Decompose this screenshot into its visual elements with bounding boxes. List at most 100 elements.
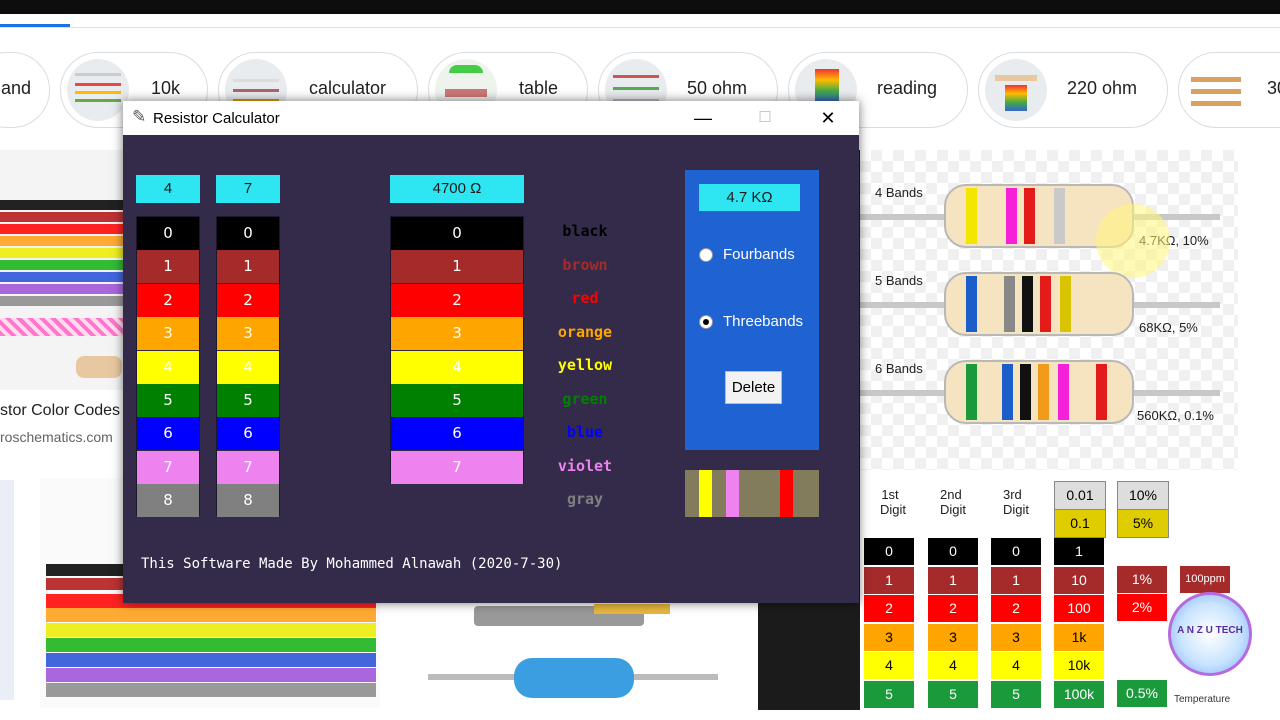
divider <box>0 27 1280 28</box>
color-cell-violet[interactable]: 7 <box>217 450 279 484</box>
background-image-color-chart[interactable] <box>0 150 123 390</box>
color-name-label: gray <box>566 490 604 508</box>
chip-label: 220 ohm <box>1067 78 1138 98</box>
color-cell-violet[interactable]: 7 <box>391 450 523 484</box>
color-cell-orange[interactable]: 3 <box>137 317 199 351</box>
color-cell-black[interactable]: 0 <box>137 217 199 250</box>
multiplier-cell: 10k <box>1054 652 1104 679</box>
digit-cell: 2 <box>864 595 914 622</box>
resistor-preview <box>685 470 819 517</box>
resistor-calculator-window: ✎ Resistor Calculator — ☐ ✕ 4 7 4700 Ω 0… <box>123 101 859 603</box>
resistor-5band <box>944 272 1134 336</box>
digit-cell: 1 <box>928 566 978 594</box>
chip-label: table <box>519 78 559 98</box>
chip-thumbnail <box>67 59 129 121</box>
digit-cell: 5 <box>864 680 914 708</box>
color-name-label: yellow <box>557 356 613 374</box>
column-label: 1st Digit <box>880 487 907 517</box>
color-name-label: orange <box>557 322 613 341</box>
color-cell-red[interactable]: 2 <box>137 283 199 317</box>
color-name-label: black <box>562 222 608 240</box>
radio-selected-dot <box>703 319 709 325</box>
digit-cell: 1 <box>991 566 1041 594</box>
column-label: 2nd Digit <box>940 487 967 517</box>
fourbands-radio[interactable] <box>699 248 713 262</box>
color-name-label: green <box>562 389 608 408</box>
multiplier-color-list[interactable]: 01234567 <box>390 216 524 484</box>
color-cell-orange[interactable]: 3 <box>217 317 279 351</box>
chip-label: 30 <box>1267 78 1280 98</box>
row-label: 5 Bands <box>875 273 923 288</box>
color-name-label: violet <box>557 456 613 475</box>
multiplier-head: 0.1 <box>1054 509 1106 538</box>
multiplier-cell: 1k <box>1054 623 1104 651</box>
color-cell-blue[interactable]: 6 <box>137 417 199 451</box>
digit-cell: 0 <box>864 538 914 565</box>
maximize-button[interactable]: ☐ <box>743 104 787 132</box>
digit-cell: 4 <box>864 652 914 679</box>
color-cell-orange[interactable]: 3 <box>391 317 523 351</box>
color-cell-yellow[interactable]: 4 <box>137 350 199 384</box>
threebands-label[interactable]: Threebands <box>723 313 803 330</box>
resistor-6band <box>944 360 1134 424</box>
color-cell-brown[interactable]: 1 <box>391 250 523 284</box>
background-image-table[interactable] <box>0 480 14 700</box>
row-value: 68KΩ, 5% <box>1139 320 1198 335</box>
color-cell-yellow[interactable]: 4 <box>217 350 279 384</box>
close-button[interactable]: ✕ <box>806 104 850 132</box>
color-cell-brown[interactable]: 1 <box>217 250 279 284</box>
digit-cell: 2 <box>991 595 1041 622</box>
tolerance-cell: 0.5% <box>1117 680 1167 707</box>
color-cell-gray[interactable]: 8 <box>137 484 199 518</box>
digit-cell: 0 <box>928 538 978 565</box>
chip-220-ohm[interactable]: 220 ohm <box>978 52 1168 128</box>
threebands-radio[interactable] <box>699 315 713 329</box>
color-cell-green[interactable]: 5 <box>217 384 279 417</box>
band2-color-list[interactable]: 012345678 <box>216 216 280 518</box>
background-image-5band-diagram[interactable] <box>418 600 730 708</box>
chip-label: 50 ohm <box>687 78 748 98</box>
band2-selected: 7 <box>216 175 280 203</box>
tolerance-cell: 1% <box>1117 566 1167 593</box>
color-cell-green[interactable]: 5 <box>137 384 199 417</box>
color-cell-blue[interactable]: 6 <box>391 417 523 451</box>
column-label: 3rd Digit <box>1003 487 1030 517</box>
color-cell-gray[interactable]: 8 <box>217 484 279 518</box>
logo-text: A N Z U TECH <box>1177 625 1243 636</box>
chip-and[interactable]: and <box>0 52 50 128</box>
chip-30[interactable]: 30 <box>1178 52 1280 128</box>
digit-cell: 0 <box>991 538 1041 565</box>
color-cell-brown[interactable]: 1 <box>137 250 199 284</box>
color-name-label: blue <box>566 423 604 441</box>
digit-cell: 5 <box>928 680 978 708</box>
tolerance-cell: 2% <box>1117 594 1167 621</box>
color-name-label: brown <box>562 255 608 274</box>
browser-top-bar <box>0 0 1280 14</box>
tempco-cell: 100ppm <box>1180 566 1230 593</box>
channel-logo: A N Z U TECH <box>1168 592 1252 676</box>
digit-cell: 3 <box>864 623 914 651</box>
preview-band-3 <box>780 470 793 517</box>
color-cell-blue[interactable]: 6 <box>217 417 279 451</box>
color-cell-red[interactable]: 2 <box>217 283 279 317</box>
band1-color-list[interactable]: 012345678 <box>136 216 200 518</box>
multiplier-cell: 1 <box>1054 538 1104 565</box>
temperature-label: Temperature <box>1174 694 1231 705</box>
fourbands-label[interactable]: Fourbands <box>723 246 795 263</box>
digit-cell: 3 <box>991 623 1041 651</box>
delete-button[interactable]: Delete <box>725 371 782 404</box>
color-cell-green[interactable]: 5 <box>391 384 523 417</box>
color-cell-black[interactable]: 0 <box>217 217 279 250</box>
color-cell-black[interactable]: 0 <box>391 217 523 250</box>
color-cell-violet[interactable]: 7 <box>137 450 199 484</box>
multiplier-cell: 10 <box>1054 566 1104 594</box>
title-bar[interactable]: ✎ Resistor Calculator — ☐ ✕ <box>123 101 859 135</box>
credit-text: This Software Made By Mohammed Alnawah (… <box>141 556 563 572</box>
color-cell-yellow[interactable]: 4 <box>391 350 523 384</box>
chip-thumbnail <box>985 59 1047 121</box>
result-display: 4.7 KΩ <box>699 184 800 211</box>
multiplier-selected: 4700 Ω <box>390 175 524 203</box>
color-cell-red[interactable]: 2 <box>391 283 523 317</box>
background-result-title[interactable]: stor Color Codes <box>0 402 120 420</box>
minimize-button[interactable]: — <box>681 104 725 132</box>
